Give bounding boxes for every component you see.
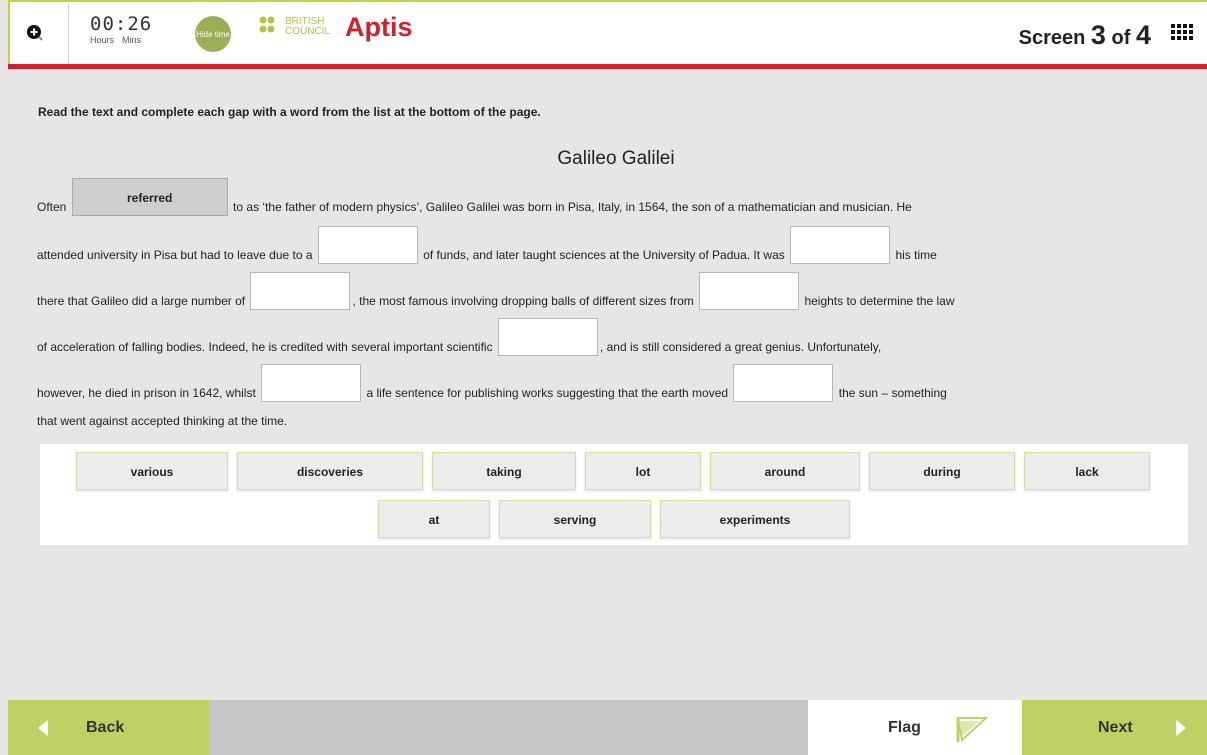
- passage-line: attended university in Pisa but had to l…: [37, 226, 937, 264]
- timer: 00:26 Hours Mins: [90, 14, 152, 45]
- gap-4[interactable]: [250, 272, 351, 310]
- word-option[interactable]: various: [76, 452, 228, 490]
- passage-text: , the most famous involving dropping bal…: [352, 294, 694, 308]
- passage-line: that went against accepted thinking at t…: [37, 414, 287, 428]
- hide-time-button[interactable]: Hide time: [195, 16, 231, 52]
- footer-bar: Back Flag Next: [8, 700, 1207, 755]
- passage-text: the sun – something: [838, 386, 947, 400]
- passage-text: there that Galileo did a large number of: [37, 294, 246, 308]
- header-divider: [68, 4, 69, 64]
- flag-button[interactable]: Flag: [808, 700, 1022, 755]
- gap-6[interactable]: [497, 318, 598, 356]
- logo-product: Aptis: [345, 12, 413, 42]
- word-bank: various discoveries taking lot around du…: [40, 444, 1188, 545]
- passage-line: of acceleration of falling bodies. Indee…: [37, 318, 882, 356]
- passage-text: attended university in Pisa but had to l…: [37, 248, 313, 262]
- passage-text: to as ‘the father of modern physics’, Ga…: [233, 200, 912, 214]
- passage-text: a life sentence for publishing works sug…: [366, 386, 729, 400]
- next-button[interactable]: Next: [1022, 700, 1207, 755]
- logo-brand-line2: COUNCIL: [285, 26, 331, 37]
- screen-of: of: [1111, 27, 1131, 49]
- top-bar: 00:26 Hours Mins Hide time BRITISH COUNCI…: [8, 0, 1207, 64]
- timer-value: 00:26: [90, 13, 153, 35]
- passage-text: however, he died in prison in 1642, whil…: [37, 386, 256, 400]
- passage-line: however, he died in prison in 1642, whil…: [37, 364, 947, 402]
- word-option[interactable]: during: [869, 452, 1015, 490]
- word-option[interactable]: lack: [1024, 452, 1150, 490]
- passage-text: that went against accepted thinking at t…: [37, 414, 288, 428]
- word-option[interactable]: discoveries: [237, 452, 423, 490]
- passage-text: heights to determine the law: [804, 294, 955, 308]
- word-option[interactable]: serving: [499, 500, 651, 538]
- flag-icon: [956, 717, 989, 742]
- screen-current: 3: [1090, 20, 1106, 50]
- footer-spacer: [210, 700, 808, 755]
- word-option[interactable]: taking: [432, 452, 576, 490]
- passage-text: his time: [895, 248, 937, 262]
- instructions: Read the text and complete each gap with…: [38, 105, 541, 119]
- passage-title: Galileo Galilei: [557, 148, 675, 169]
- gap-1[interactable]: referred: [71, 178, 228, 216]
- flag-label: Flag: [888, 719, 921, 736]
- word-option[interactable]: lot: [585, 452, 701, 490]
- screen-indicator: Screen 3 of 4: [1019, 20, 1151, 51]
- gap-5[interactable]: [699, 272, 800, 310]
- chevron-left-icon: [38, 720, 48, 736]
- british-council-dots-icon: [259, 16, 275, 33]
- back-button[interactable]: Back: [8, 700, 210, 755]
- passage-text: of funds, and later taught sciences at t…: [423, 248, 785, 262]
- next-label: Next: [1098, 719, 1133, 736]
- zoom-in-icon[interactable]: [20, 14, 60, 54]
- gap-3[interactable]: [790, 226, 891, 264]
- word-option[interactable]: at: [378, 500, 490, 538]
- back-label: Back: [86, 719, 125, 736]
- header-red-line: [8, 64, 1207, 69]
- screen-total: 4: [1135, 20, 1151, 50]
- gap-8[interactable]: [733, 364, 834, 402]
- gap-2[interactable]: [317, 226, 418, 264]
- timer-mins-label: Mins: [122, 35, 142, 45]
- timer-hours-label: Hours: [90, 35, 115, 45]
- chevron-right-icon: [1176, 720, 1186, 736]
- passage-line: there that Galileo did a large number of…: [37, 272, 955, 310]
- screen-prefix: Screen: [1018, 27, 1086, 49]
- word-option[interactable]: around: [710, 452, 860, 490]
- gap-7[interactable]: [261, 364, 362, 402]
- passage-text: of acceleration of falling bodies. Indee…: [37, 340, 493, 354]
- grid-menu-icon[interactable]: [1171, 24, 1193, 47]
- passage-line: Often referred to as ‘the father of mode…: [37, 178, 912, 216]
- passage-text: Often: [37, 200, 67, 214]
- word-option[interactable]: experiments: [660, 500, 850, 538]
- passage-text: , and is still considered a great genius…: [599, 340, 882, 354]
